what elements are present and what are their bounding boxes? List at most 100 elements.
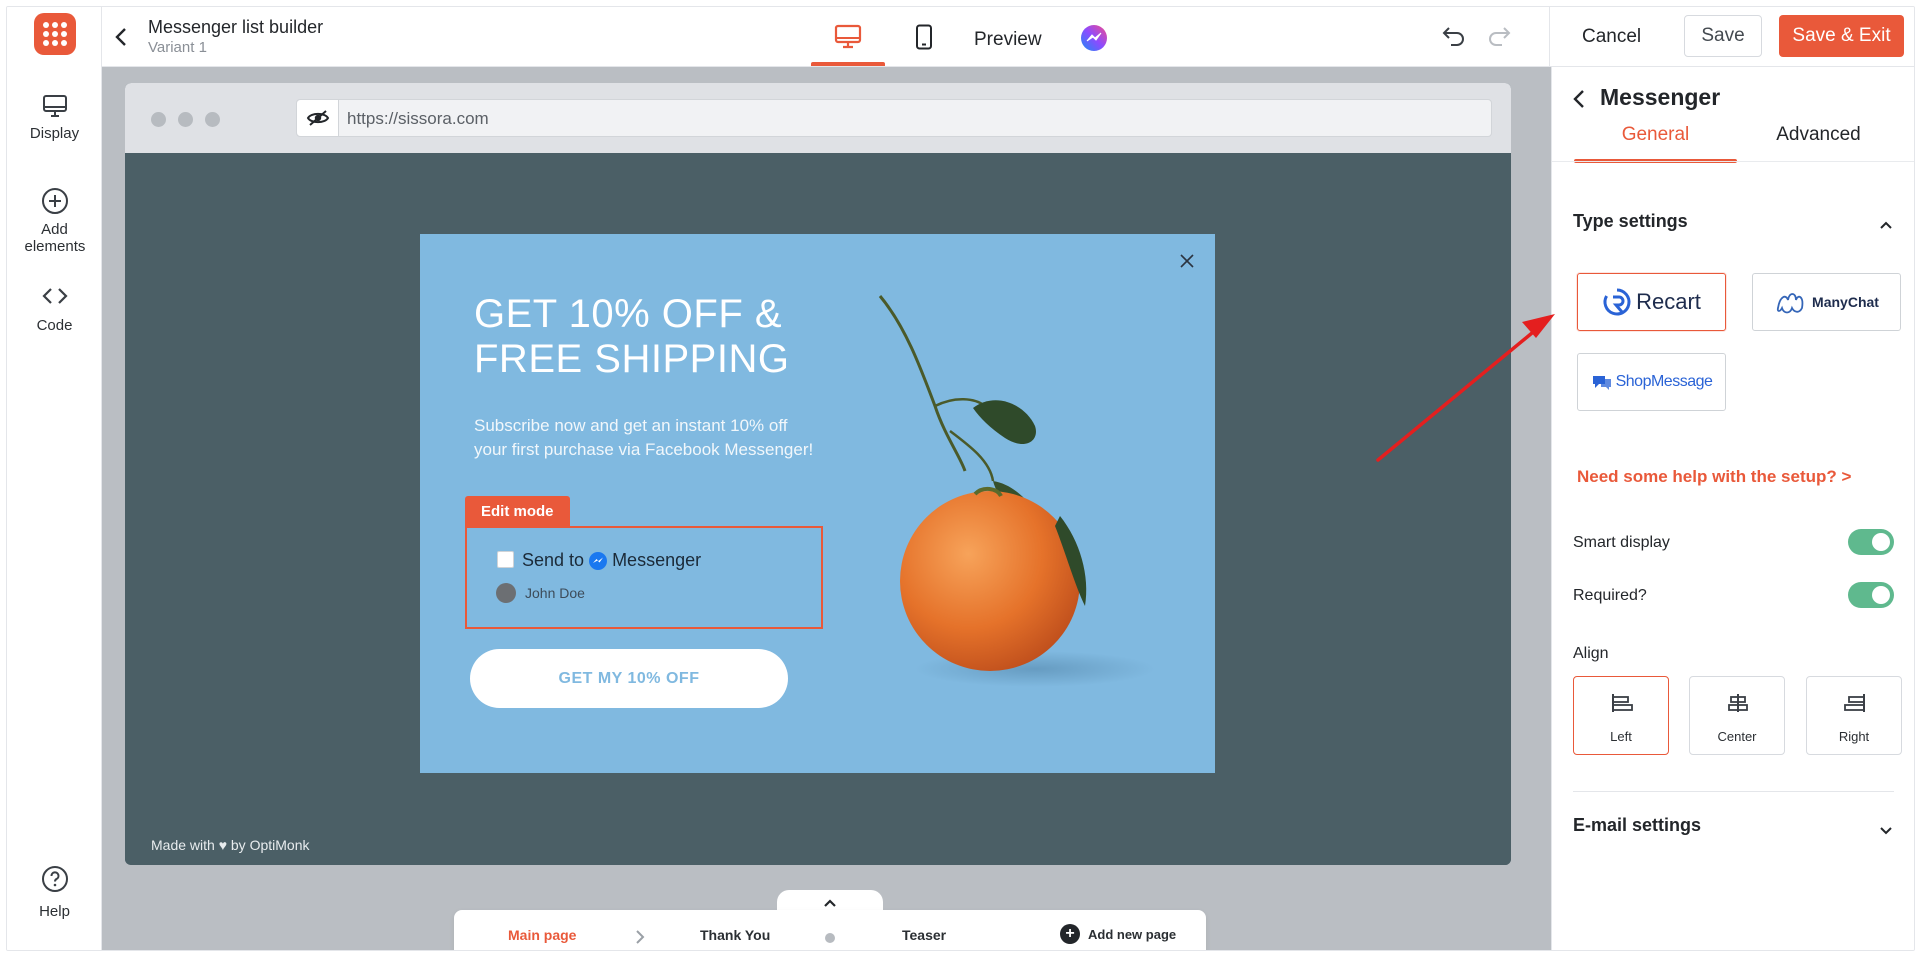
send-to-text: Send to (522, 550, 585, 570)
topbar-divider (1549, 7, 1550, 67)
url-text: https://sissora.com (347, 109, 489, 128)
align-left-label: Left (1610, 729, 1632, 744)
chevron-up-icon[interactable] (1878, 219, 1894, 231)
back-button[interactable] (114, 27, 134, 49)
setup-help-link[interactable]: Need some help with the setup? > (1577, 467, 1851, 487)
desktop-icon (834, 24, 862, 48)
save-and-exit-button[interactable]: Save & Exit (1779, 15, 1904, 57)
required-label: Required? (1573, 587, 1647, 604)
window-dot (178, 112, 193, 127)
provider-shopmessage-label: ShopMessage (1615, 373, 1713, 390)
chevron-left-icon (115, 28, 126, 46)
rail-add-elements-label: Add elements (24, 221, 86, 255)
close-icon (1180, 254, 1194, 268)
align-left-button[interactable]: Left (1573, 676, 1669, 755)
provider-recart[interactable]: Recart (1577, 273, 1726, 331)
send-to-messenger-checkbox[interactable] (497, 551, 514, 568)
provider-shopmessage[interactable]: ShopMessage (1577, 353, 1726, 411)
eye-off-icon[interactable] (297, 100, 339, 136)
url-bar[interactable]: https://sissora.com (296, 99, 1492, 137)
chevron-up-icon (824, 899, 836, 907)
page-tab-main[interactable]: Main page (508, 927, 576, 943)
cta-button[interactable]: GET MY 10% OFF (470, 649, 788, 708)
rail-code-label: Code (36, 317, 73, 334)
rail-help-button[interactable]: Help (7, 865, 102, 920)
smart-display-toggle[interactable] (1848, 529, 1894, 555)
mobile-icon (916, 24, 932, 49)
align-right-icon (1844, 694, 1865, 712)
plus-icon: + (1060, 924, 1080, 944)
align-label: Align (1573, 645, 1609, 662)
rail-code-button[interactable]: Code (7, 285, 102, 334)
page-separator-dot (825, 933, 835, 943)
variant-label: Variant 1 (148, 39, 207, 56)
rail-add-elements-button[interactable]: Add elements (7, 187, 102, 255)
type-settings-heading[interactable]: Type settings (1573, 211, 1688, 232)
page-tab-teaser[interactable]: Teaser (902, 927, 946, 943)
settings-panel: Messenger General Advanced Type settings… (1551, 67, 1914, 950)
chevron-down-icon[interactable] (1878, 825, 1894, 837)
website-backdrop: GET 10% OFF & FREE SHIPPING Subscribe no… (125, 153, 1511, 865)
window-dot (151, 112, 166, 127)
made-with-branding[interactable]: Made with ♥ by OptiMonk (151, 837, 309, 853)
help-icon (41, 866, 68, 892)
app-window: Display Add elements Code Help Messenger… (6, 6, 1915, 951)
messenger-text: Messenger (612, 550, 702, 570)
popup-subtext[interactable]: Subscribe now and get an instant 10% off… (474, 414, 819, 462)
manychat-logo-icon (1776, 293, 1804, 314)
left-rail: Display Add elements Code Help (7, 7, 102, 950)
tangerine-image[interactable] (875, 286, 1175, 706)
code-icon (41, 288, 68, 304)
preview-button[interactable]: Preview (974, 29, 1042, 51)
browser-preview: https://sissora.com GET 10% OFF & FREE S… (125, 83, 1511, 865)
redo-button[interactable] (1486, 25, 1512, 52)
panel-back-button[interactable] (1572, 89, 1586, 114)
add-new-page-button[interactable]: + Add new page (1060, 924, 1176, 944)
shopmessage-logo-icon (1592, 376, 1611, 390)
rail-help-label: Help (39, 903, 70, 920)
save-button[interactable]: Save (1684, 15, 1762, 57)
panel-title: Messenger (1600, 84, 1721, 110)
smart-display-row: Smart display (1573, 529, 1894, 555)
section-divider (1573, 791, 1894, 792)
messenger-logo-icon (589, 551, 608, 570)
rail-display-label: Display (29, 125, 80, 142)
tab-advanced[interactable]: Advanced (1737, 121, 1900, 159)
align-right-label: Right (1838, 729, 1870, 744)
popup-headline[interactable]: GET 10% OFF & FREE SHIPPING (474, 292, 814, 382)
desktop-view-button[interactable] (811, 7, 885, 66)
align-left-icon (1612, 694, 1633, 712)
tab-general[interactable]: General (1574, 121, 1737, 163)
avatar (496, 583, 516, 603)
redo-icon (1489, 27, 1511, 46)
messenger-icon (1081, 25, 1107, 51)
popup-preview[interactable]: GET 10% OFF & FREE SHIPPING Subscribe no… (420, 234, 1215, 773)
align-center-button[interactable]: Center (1689, 676, 1785, 755)
page-tab-thank-you[interactable]: Thank You (700, 927, 770, 943)
provider-manychat-label: ManyChat (1812, 294, 1879, 310)
required-toggle[interactable] (1848, 582, 1894, 608)
edit-mode-tag: Edit mode (465, 496, 570, 526)
editor-canvas: https://sissora.com GET 10% OFF & FREE S… (102, 67, 1551, 950)
chevron-right-icon (636, 930, 645, 944)
provider-recart-label: Recart (1636, 289, 1701, 314)
mobile-view-button[interactable] (902, 7, 946, 66)
page-tabs: Main page Thank You Teaser + Add new pag… (454, 910, 1206, 950)
undo-button[interactable] (1441, 25, 1467, 52)
popup-close-button[interactable] (1176, 250, 1198, 272)
campaign-title: Messenger list builder (148, 17, 324, 37)
undo-icon (1442, 27, 1464, 46)
align-right-button[interactable]: Right (1806, 676, 1902, 755)
tabs-divider (1552, 161, 1914, 162)
top-bar: Messenger list builder Variant 1 Preview… (102, 7, 1914, 67)
cancel-button[interactable]: Cancel (1572, 21, 1651, 53)
send-to-messenger-label: Send to Messenger (522, 550, 701, 571)
recart-logo-icon (1603, 288, 1631, 316)
window-dot (205, 112, 220, 127)
plus-circle-icon (41, 188, 68, 214)
provider-manychat[interactable]: ManyChat (1752, 273, 1901, 331)
messenger-checkbox-element[interactable]: Send to Messenger John Doe (465, 526, 823, 629)
optimonk-logo[interactable] (34, 13, 76, 55)
email-settings-heading[interactable]: E-mail settings (1573, 815, 1701, 836)
rail-display-button[interactable]: Display (7, 93, 102, 142)
